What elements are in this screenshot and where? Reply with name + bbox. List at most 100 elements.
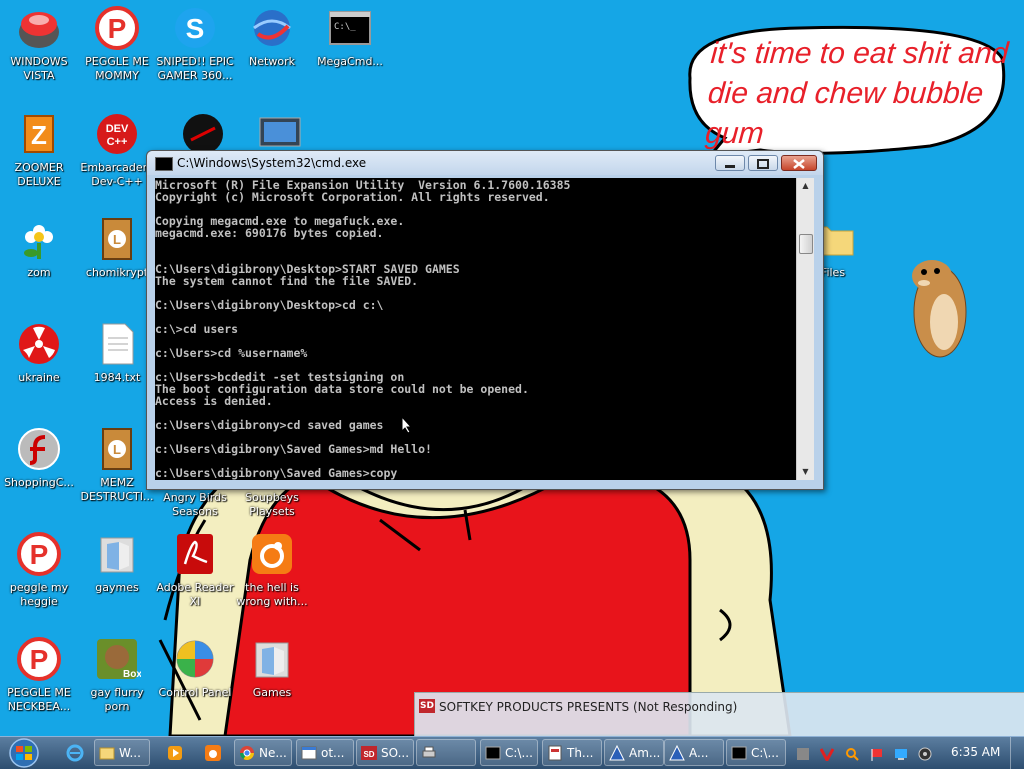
desktop-icon[interactable]: Adobe Reader XI: [156, 530, 234, 609]
taskbar-button[interactable]: Ne...: [234, 739, 292, 766]
desktop-icon[interactable]: ShoppingC...: [0, 425, 78, 490]
skype-icon: S: [171, 4, 219, 52]
control-panel-icon: [171, 635, 219, 683]
svg-text:DEV: DEV: [106, 123, 129, 135]
taskbar-button[interactable]: Am...: [604, 739, 664, 766]
cmd-icon: [155, 157, 173, 171]
taskbar: W... Ne... ot... SD SO... C:\... Th... Am... A..…: [0, 736, 1024, 769]
desktop-icon[interactable]: WINDOWS VISTA: [0, 4, 78, 83]
desktop-icon-label: PEGGLE ME NECKBEA...: [7, 686, 71, 713]
cmd-console-output[interactable]: Microsoft (R) File Expansion Utility Ver…: [155, 178, 796, 480]
svg-text:SD: SD: [363, 750, 374, 759]
taskbar-clock[interactable]: 6:35 AM: [951, 745, 1000, 759]
desktop-icon[interactable]: the hell is wrong with...: [233, 530, 311, 609]
desktop-icon[interactable]: Games: [233, 635, 311, 700]
desktop-icon[interactable]: Network: [233, 4, 311, 69]
cmd-window[interactable]: C:\Windows\System32\cmd.exe Microsoft (R…: [146, 150, 824, 490]
taskbar-button[interactable]: ot...: [296, 739, 354, 766]
triangle-app-icon: [609, 744, 625, 761]
network-tray-icon[interactable]: [894, 746, 908, 760]
network-icon: [248, 4, 296, 52]
start-button[interactable]: [4, 738, 44, 768]
desktop-icon-label: MEMZ DESTRUCTI...: [80, 476, 154, 503]
softkey-icon: SD: [361, 745, 377, 761]
taskbar-button-label: Ne...: [259, 746, 287, 760]
scrollbar-thumb[interactable]: [799, 234, 813, 254]
search-icon[interactable]: [845, 746, 859, 761]
taskbar-button-label: Am...: [629, 746, 661, 760]
desktop-icon[interactable]: Control Panel: [156, 635, 234, 700]
internet-explorer-icon[interactable]: [66, 744, 84, 762]
desktop: it's time to eat shit and die and chew b…: [0, 0, 1024, 736]
taskbar-button[interactable]: Th...: [542, 739, 602, 766]
uc-browser-icon: [248, 530, 296, 578]
svg-text:Z: Z: [31, 120, 47, 150]
explorer-icon: [99, 745, 115, 761]
desktop-icon-label: peggle my heggie: [9, 581, 69, 608]
zoomer-icon: Z: [15, 110, 63, 158]
svg-text:S: S: [186, 13, 205, 44]
winrar-icon: L: [93, 215, 141, 263]
cmd-icon: [485, 745, 501, 761]
tray-app-icon[interactable]: [796, 746, 810, 760]
peggle-icon: P: [93, 4, 141, 52]
taskbar-button[interactable]: A...: [664, 739, 724, 766]
svg-text:Box: Box: [123, 669, 141, 680]
flag-icon[interactable]: [870, 746, 884, 761]
desktop-icon[interactable]: P PEGGLE ME NECKBEA...: [0, 635, 78, 714]
text-file-icon: [93, 320, 141, 368]
cmd-icon: C:\_: [326, 4, 374, 52]
peggle-icon: P: [15, 635, 63, 683]
taskbar-button[interactable]: W...: [94, 739, 150, 766]
cmd-titlebar[interactable]: C:\Windows\System32\cmd.exe: [147, 151, 823, 175]
minimize-button[interactable]: [715, 155, 745, 171]
uc-browser-icon[interactable]: [204, 744, 222, 762]
maximize-button[interactable]: [748, 155, 778, 171]
desktop-icon[interactable]: Ppeggle my heggie: [0, 530, 78, 609]
softkey-icon: SD: [419, 699, 435, 713]
desktop-icon-label: Control Panel: [158, 686, 232, 699]
taskbar-button[interactable]: SD SO...: [356, 739, 414, 766]
desktop-icon[interactable]: DEV C++ Embarcadero Dev-C++: [78, 110, 156, 189]
desktop-icon[interactable]: L MEMZ DESTRUCTI...: [78, 425, 156, 504]
taskbar-button[interactable]: C:\...: [480, 739, 538, 766]
taskbar-button[interactable]: C:\...: [726, 739, 786, 766]
media-player-icon[interactable]: [166, 744, 184, 762]
taskbar-button-label: W...: [119, 746, 141, 760]
vista-orb-icon: [15, 4, 63, 52]
desktop-icon[interactable]: zom: [0, 215, 78, 280]
desktop-icon[interactable]: 1984.txt: [78, 320, 156, 385]
cmd-scrollbar[interactable]: ▲ ▼: [796, 178, 814, 480]
taskbar-button-label: Th...: [567, 746, 594, 760]
devcpp-icon: DEV C++: [93, 110, 141, 158]
show-desktop-button[interactable]: [1010, 737, 1024, 769]
desktop-icon[interactable]: Box gay flurry porn: [78, 635, 156, 714]
desktop-icon-label: WINDOWS VISTA: [10, 55, 68, 82]
flower-icon: [15, 215, 63, 263]
desktop-icon[interactable]: ukraine: [0, 320, 78, 385]
tray-v-icon[interactable]: [819, 746, 835, 764]
box-game-icon: Box: [93, 635, 142, 683]
window-icon: [301, 745, 317, 761]
svg-text:P: P: [30, 644, 49, 675]
scroll-down-arrow-icon[interactable]: ▼: [797, 464, 814, 480]
desktop-icon-label: gaymes: [95, 581, 139, 594]
desktop-icon-label: 1984.txt: [93, 371, 141, 384]
maximize-icon: [757, 159, 769, 169]
mouse-cursor-icon: [401, 416, 413, 434]
softkey-window[interactable]: SD SOFTKEY PRODUCTS PRESENTS (Not Respon…: [414, 692, 1024, 736]
hamster-sticker: [912, 260, 967, 358]
desktop-icon[interactable]: S SNIPED!! EPIC GAMER 360...: [156, 4, 234, 83]
printer-icon: [421, 745, 437, 761]
volume-icon[interactable]: [918, 746, 932, 761]
desktop-icon[interactable]: gaymes: [78, 530, 156, 595]
close-button[interactable]: [781, 155, 817, 171]
desktop-icon[interactable]: C:\_ MegaCmd...: [311, 4, 389, 69]
winrar-icon: L: [93, 425, 141, 473]
taskbar-button-label: C:\...: [751, 746, 779, 760]
desktop-icon[interactable]: P PEGGLE ME MOMMY: [78, 4, 156, 83]
scroll-up-arrow-icon[interactable]: ▲: [797, 178, 814, 194]
desktop-icon[interactable]: Lchomikrypt: [78, 215, 156, 280]
taskbar-button[interactable]: [416, 739, 476, 766]
desktop-icon[interactable]: Z ZOOMER DELUXE: [0, 110, 78, 189]
